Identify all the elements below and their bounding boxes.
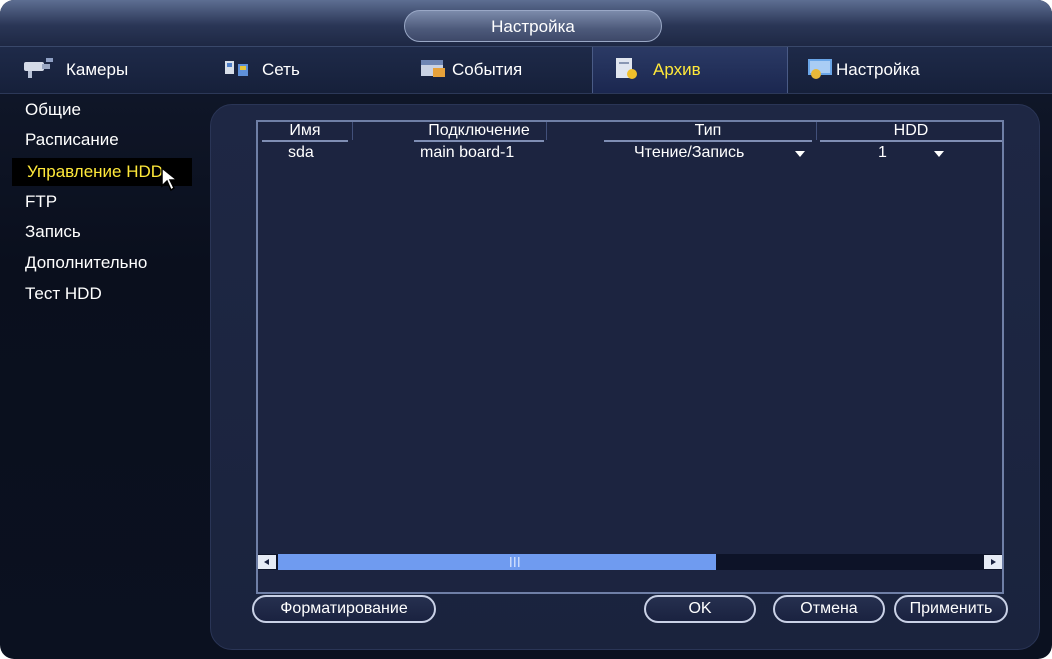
- mouse-cursor-icon: [161, 166, 180, 192]
- horizontal-scrollbar[interactable]: [258, 554, 1002, 570]
- column-divider: [546, 122, 547, 140]
- column-divider: [352, 122, 353, 140]
- settings-icon: [806, 56, 836, 85]
- hdd-table: [256, 120, 1004, 594]
- cancel-button[interactable]: Отмена: [773, 595, 885, 623]
- dvr-settings-window: Настройка Камеры Сеть События Архив Наст…: [0, 0, 1052, 659]
- tab-events[interactable]: События: [418, 47, 588, 93]
- hdd-group-select[interactable]: 1: [878, 142, 887, 164]
- column-header-type[interactable]: Тип: [604, 120, 812, 142]
- sidebar-item-record[interactable]: Запись: [25, 218, 81, 246]
- grip-icon: [510, 557, 520, 567]
- apply-button[interactable]: Применить: [894, 595, 1008, 623]
- sidebar-item-schedule[interactable]: Расписание: [25, 126, 119, 154]
- format-button[interactable]: Форматирование: [252, 595, 436, 623]
- network-icon: [222, 56, 252, 85]
- column-divider: [816, 122, 817, 140]
- column-header-name[interactable]: Имя: [262, 120, 348, 142]
- chevron-down-icon[interactable]: [795, 151, 805, 157]
- ok-button[interactable]: OK: [644, 595, 756, 623]
- main-tab-bar: Камеры Сеть События Архив Настройка: [0, 46, 1052, 94]
- tab-archive[interactable]: Архив: [592, 47, 788, 93]
- sidebar-item-ftp[interactable]: FTP: [25, 188, 57, 216]
- camera-icon: [22, 56, 56, 85]
- cell-connection: main board-1: [420, 144, 515, 161]
- scroll-left-button[interactable]: [258, 555, 276, 569]
- sidebar: Общие Расписание Управление HDD FTP Запи…: [0, 96, 200, 396]
- column-header-connection[interactable]: Подключение: [414, 120, 544, 142]
- scroll-thumb[interactable]: [278, 554, 716, 570]
- scroll-right-button[interactable]: [984, 555, 1002, 569]
- type-select[interactable]: Чтение/Запись: [634, 142, 744, 164]
- sidebar-item-hdd-test[interactable]: Тест HDD: [25, 280, 102, 308]
- cell-name: sda: [288, 144, 314, 161]
- events-icon: [418, 56, 448, 85]
- title-bar: Настройка: [0, 0, 1052, 46]
- storage-icon: [613, 55, 639, 86]
- chevron-down-icon[interactable]: [934, 151, 944, 157]
- window-title: Настройка: [404, 10, 662, 42]
- sidebar-item-general[interactable]: Общие: [25, 96, 81, 124]
- sidebar-item-advanced[interactable]: Дополнительно: [25, 249, 147, 277]
- tab-cameras[interactable]: Камеры: [22, 47, 202, 93]
- column-header-hdd[interactable]: HDD: [820, 120, 1002, 142]
- tab-settings[interactable]: Настройка: [806, 47, 986, 93]
- tab-network[interactable]: Сеть: [222, 47, 392, 93]
